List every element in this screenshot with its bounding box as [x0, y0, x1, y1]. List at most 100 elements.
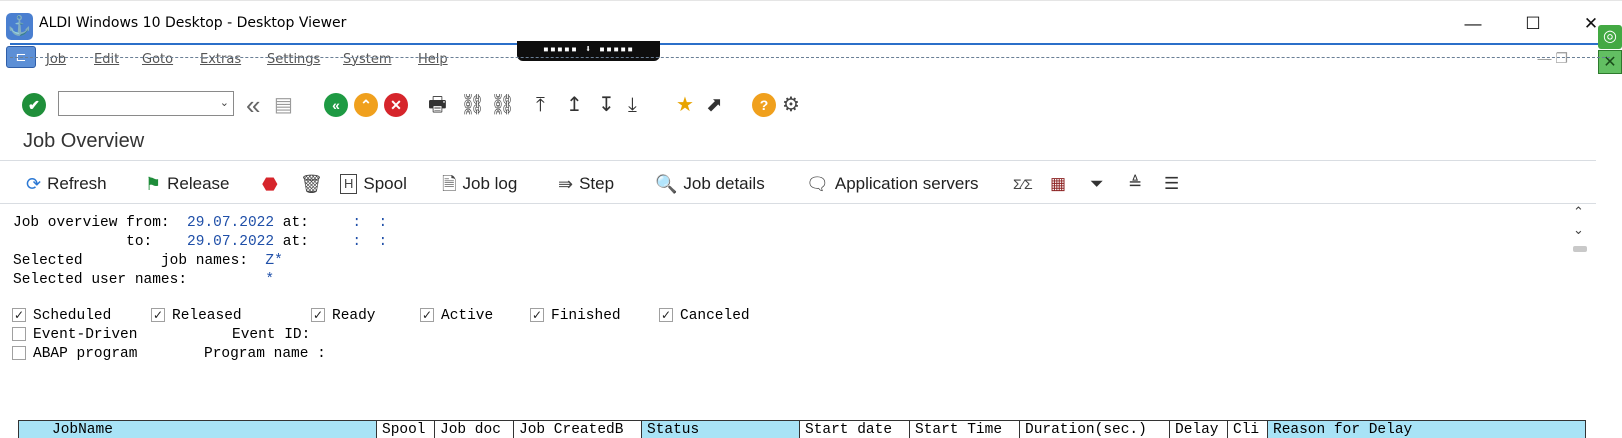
from-date: 29.07.2022: [187, 215, 275, 231]
delete-button[interactable]: 🗑: [300, 172, 329, 196]
dashed-divider: [10, 57, 1610, 58]
refresh-label: Refresh: [47, 174, 107, 193]
previous-page-icon[interactable]: ↥: [566, 92, 583, 118]
vertical-scrollbar[interactable]: ⌃ ⌄: [1570, 204, 1590, 438]
layout-button[interactable]: ▦: [1050, 172, 1066, 196]
target-icon[interactable]: ◎: [1598, 25, 1622, 49]
column-header-status[interactable]: Status: [642, 420, 800, 438]
next-page-icon[interactable]: ↧: [598, 92, 615, 118]
release-label: Release: [167, 174, 230, 193]
spool-label: Spool: [363, 174, 407, 193]
column-header-delay[interactable]: Delay: [1170, 420, 1228, 438]
close-session-icon[interactable]: ✕: [1598, 50, 1622, 74]
scheduled-label: Scheduled: [33, 308, 112, 324]
menu-help[interactable]: Help: [418, 52, 448, 67]
ready-label: Ready: [332, 308, 376, 324]
from-row: Job overview from: 29.07.2022 at: : :: [13, 215, 387, 231]
application-servers-button[interactable]: 🗨 Application servers: [806, 172, 978, 196]
trash-icon: 🗑: [300, 174, 323, 194]
released-checkbox[interactable]: ✓: [151, 308, 165, 322]
divider: [0, 160, 1596, 161]
to-row: to: 29.07.2022 at: : :: [13, 234, 387, 250]
finished-checkbox[interactable]: ✓: [530, 308, 544, 322]
job-log-label: Job log: [462, 174, 518, 193]
shortcut-icon[interactable]: ⬈: [706, 92, 723, 118]
canceled-label: Canceled: [680, 308, 750, 324]
back-double-icon[interactable]: «: [246, 92, 260, 118]
user-names-value: *: [265, 272, 275, 288]
save-icon[interactable]: ▤: [274, 92, 293, 118]
column-header-job-doc[interactable]: Job doc: [435, 420, 514, 438]
column-header-reason-for-delay[interactable]: Reason for Delay: [1268, 420, 1586, 438]
job-selection-area: Job overview from: 29.07.2022 at: : : to…: [0, 204, 1595, 438]
last-page-icon[interactable]: ⤓: [628, 92, 637, 118]
minimize-button[interactable]: —: [1458, 10, 1488, 38]
abap-program-checkbox[interactable]: [12, 346, 26, 360]
user-names-row: Selected user names: *: [13, 272, 274, 288]
event-id-label: Event ID:: [232, 327, 311, 343]
application-servers-label: Application servers: [834, 174, 979, 193]
job-details-button[interactable]: 🔍 Job details: [655, 172, 765, 196]
sum-icon: Σ⁄Σ: [1013, 176, 1033, 192]
released-label: Released: [172, 308, 242, 324]
stop-button[interactable]: ⬣: [262, 172, 284, 196]
maximize-button[interactable]: ☐: [1518, 10, 1548, 38]
canceled-checkbox[interactable]: ✓: [659, 308, 673, 322]
column-header-job-created-by[interactable]: Job CreatedB: [514, 420, 642, 438]
application-toolbar: ⟳ Refresh ⚑ Release ⬣ 🗑 H Spool 🗎 Job log ⇛ S…: [0, 166, 1596, 200]
menu-bar: ⊏ Job Edit Goto Extras Settings System H…: [0, 46, 1596, 76]
column-header-start-date[interactable]: Start date: [800, 420, 910, 438]
filter-button[interactable]: ⏷: [1090, 172, 1104, 196]
menu-edit[interactable]: Edit: [94, 52, 119, 67]
release-button[interactable]: ⚑ Release: [145, 172, 230, 196]
column-header-jobname[interactable]: JobName: [19, 420, 377, 438]
find-next-icon[interactable]: ⛓: [490, 92, 515, 118]
column-header-spool[interactable]: Spool: [377, 420, 435, 438]
refresh-button[interactable]: ⟳ Refresh: [26, 172, 107, 196]
column-header-duration[interactable]: Duration(sec.): [1020, 420, 1170, 438]
column-header-client[interactable]: Cli: [1228, 420, 1268, 438]
job-table-header: JobName Spool Job doc Job CreatedB Statu…: [18, 420, 1586, 438]
menu-system[interactable]: System: [343, 52, 391, 67]
customize-icon[interactable]: ⚙: [782, 92, 800, 118]
spool-button[interactable]: H Spool: [340, 172, 407, 196]
back-icon[interactable]: «: [324, 93, 348, 117]
find-icon[interactable]: ⛓: [460, 92, 485, 118]
active-label: Active: [441, 308, 494, 324]
job-names-row: Selected job names: Z*: [13, 253, 283, 269]
scroll-down-icon[interactable]: ⌄: [1573, 222, 1584, 238]
first-page-icon[interactable]: ⤒: [536, 92, 545, 118]
menu-settings[interactable]: Settings: [267, 52, 320, 67]
window-title: ALDI Windows 10 Desktop - Desktop Viewer: [39, 15, 347, 31]
sort-descending-button[interactable]: ☰: [1164, 172, 1179, 196]
refresh-icon: ⟳: [26, 174, 42, 194]
enter-icon[interactable]: ✔: [22, 93, 46, 117]
create-session-icon[interactable]: ★: [676, 92, 694, 118]
ready-checkbox[interactable]: ✓: [311, 308, 325, 322]
menu-extras[interactable]: Extras: [200, 52, 241, 67]
event-driven-checkbox[interactable]: [12, 327, 26, 341]
filter-icon: ⏷: [1090, 174, 1104, 193]
cancel-icon[interactable]: ✕: [384, 93, 408, 117]
command-field[interactable]: ⌄: [58, 91, 234, 116]
anchor-icon[interactable]: ⚓: [6, 13, 33, 40]
job-log-button[interactable]: 🗎 Job log: [442, 172, 517, 196]
sum-button[interactable]: Σ⁄Σ: [1013, 172, 1033, 196]
exit-icon[interactable]: ⌃: [354, 93, 378, 117]
scheduled-checkbox[interactable]: ✓: [12, 308, 26, 322]
active-checkbox[interactable]: ✓: [420, 308, 434, 322]
step-button[interactable]: ⇛ Step: [558, 172, 614, 196]
sort-ascending-button[interactable]: ≜: [1128, 172, 1142, 196]
stop-icon: ⬣: [262, 174, 278, 194]
job-details-label: Job details: [683, 174, 765, 193]
scroll-up-icon[interactable]: ⌃: [1573, 204, 1584, 220]
session-window-controls[interactable]: — ❐: [1538, 50, 1568, 67]
print-icon[interactable]: 🖶: [428, 92, 447, 118]
help-icon[interactable]: ?: [752, 93, 776, 117]
menu-job[interactable]: Job: [46, 52, 66, 67]
column-header-start-time[interactable]: Start Time: [910, 420, 1020, 438]
job-names-value: Z*: [265, 253, 283, 269]
scrollbar-thumb[interactable]: [1573, 246, 1587, 252]
menu-goto[interactable]: Goto: [142, 52, 173, 67]
chevron-down-icon[interactable]: ⌄: [220, 92, 229, 115]
